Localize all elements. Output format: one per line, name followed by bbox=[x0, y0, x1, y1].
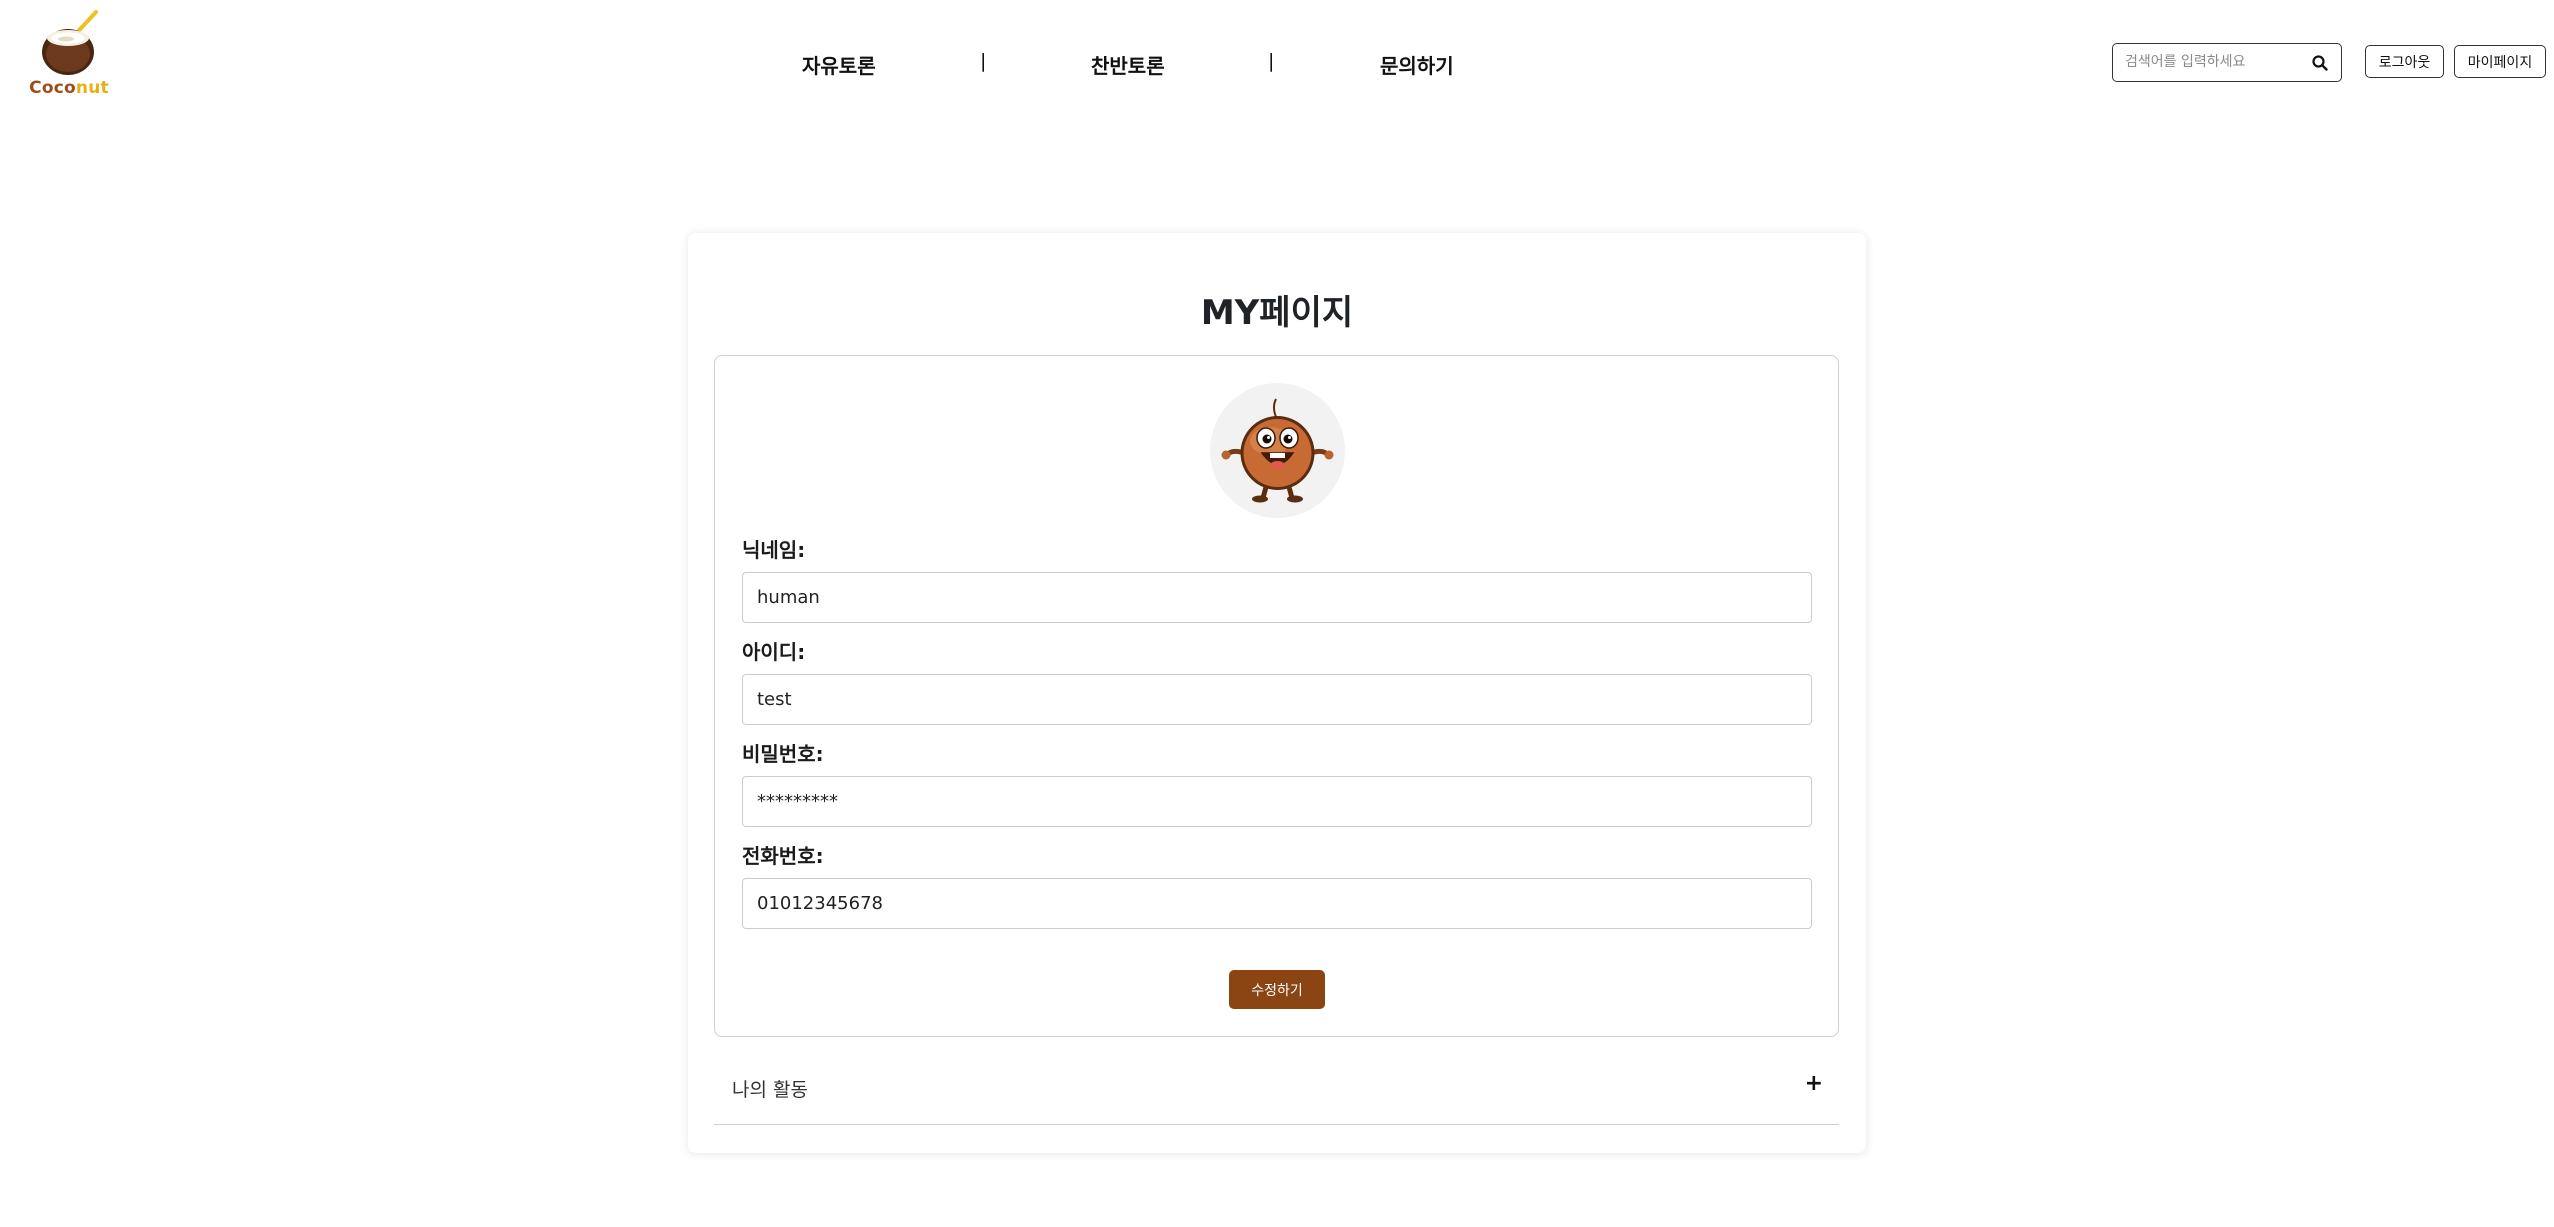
mypage-card: MY페이지 닉네임: human 아이디: test 비밀번호: *******… bbox=[688, 233, 1866, 1153]
nav-item-free-debate[interactable]: 자유토론 bbox=[802, 50, 876, 79]
edit-profile-button[interactable]: 수정하기 bbox=[1229, 970, 1325, 1009]
avatar bbox=[1210, 383, 1345, 518]
page-title: MY페이지 bbox=[1200, 293, 1354, 333]
logo-text-prefix: Coco bbox=[29, 78, 76, 98]
nav-separator: | bbox=[980, 50, 987, 72]
mypage-button[interactable]: 마이페이지 bbox=[2454, 45, 2546, 78]
expand-plus-icon[interactable]: + bbox=[1805, 1071, 1823, 1096]
nickname-label: 닉네임: bbox=[742, 538, 806, 562]
password-label: 비밀번호: bbox=[742, 742, 824, 766]
user-id-field[interactable] bbox=[742, 674, 1812, 725]
logo-text: Coconut bbox=[28, 78, 110, 98]
search-input[interactable] bbox=[2123, 49, 2303, 75]
nav-item-inquiry[interactable]: 문의하기 bbox=[1380, 50, 1454, 79]
logo-text-suffix: nut bbox=[75, 78, 109, 98]
coconut-character-icon bbox=[1221, 398, 1334, 503]
logout-button[interactable]: 로그아웃 bbox=[2365, 45, 2444, 78]
site-header: Coconut 자유토론 | 찬반토론 | 문의하기 로그아웃 마이페이지 bbox=[0, 0, 2554, 125]
profile-form: 닉네임: 아이디: 비밀번호: 전화번호: 수정하기 bbox=[714, 355, 1839, 1037]
phone-field[interactable] bbox=[742, 878, 1812, 929]
search-box bbox=[2112, 43, 2342, 82]
password-field[interactable] bbox=[742, 776, 1812, 827]
search-icon[interactable] bbox=[2311, 54, 2329, 72]
nav-item-pro-con-debate[interactable]: 찬반토론 bbox=[1091, 50, 1165, 79]
nickname-field[interactable] bbox=[742, 572, 1812, 623]
my-activity-accordion[interactable]: 나의 활동 + bbox=[714, 1059, 1839, 1125]
phone-label: 전화번호: bbox=[742, 844, 824, 868]
nav-separator: | bbox=[1268, 50, 1275, 72]
my-activity-label: 나의 활동 bbox=[732, 1079, 808, 1101]
user-id-label: 아이디: bbox=[742, 640, 806, 664]
